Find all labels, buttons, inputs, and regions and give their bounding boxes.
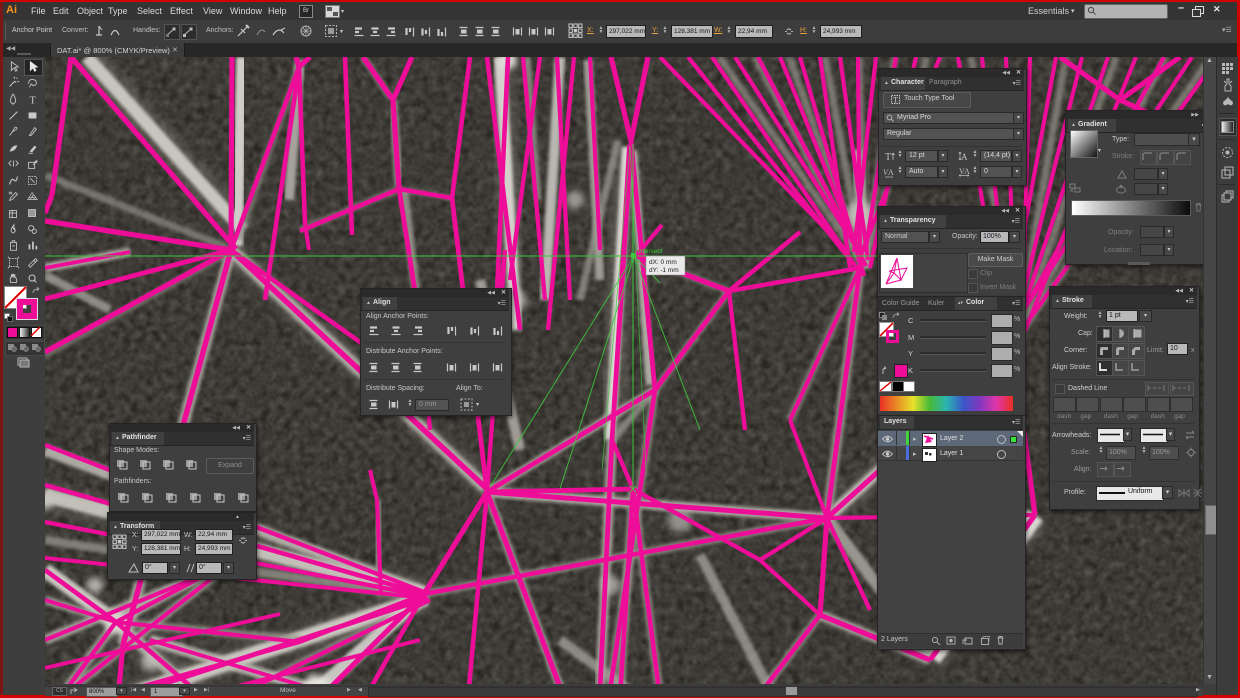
svg-text:A: A (888, 168, 894, 177)
svg-text:A: A (964, 167, 970, 176)
svg-text:dY: -1 mm: dY: -1 mm (649, 267, 679, 274)
svg-text:T: T (893, 96, 898, 105)
svg-text:T: T (29, 95, 36, 106)
svg-text:intersect: intersect (638, 248, 663, 255)
svg-text:dX: 0 mm: dX: 0 mm (649, 259, 677, 266)
svg-text:A: A (961, 152, 968, 162)
svg-text:T: T (885, 152, 891, 162)
